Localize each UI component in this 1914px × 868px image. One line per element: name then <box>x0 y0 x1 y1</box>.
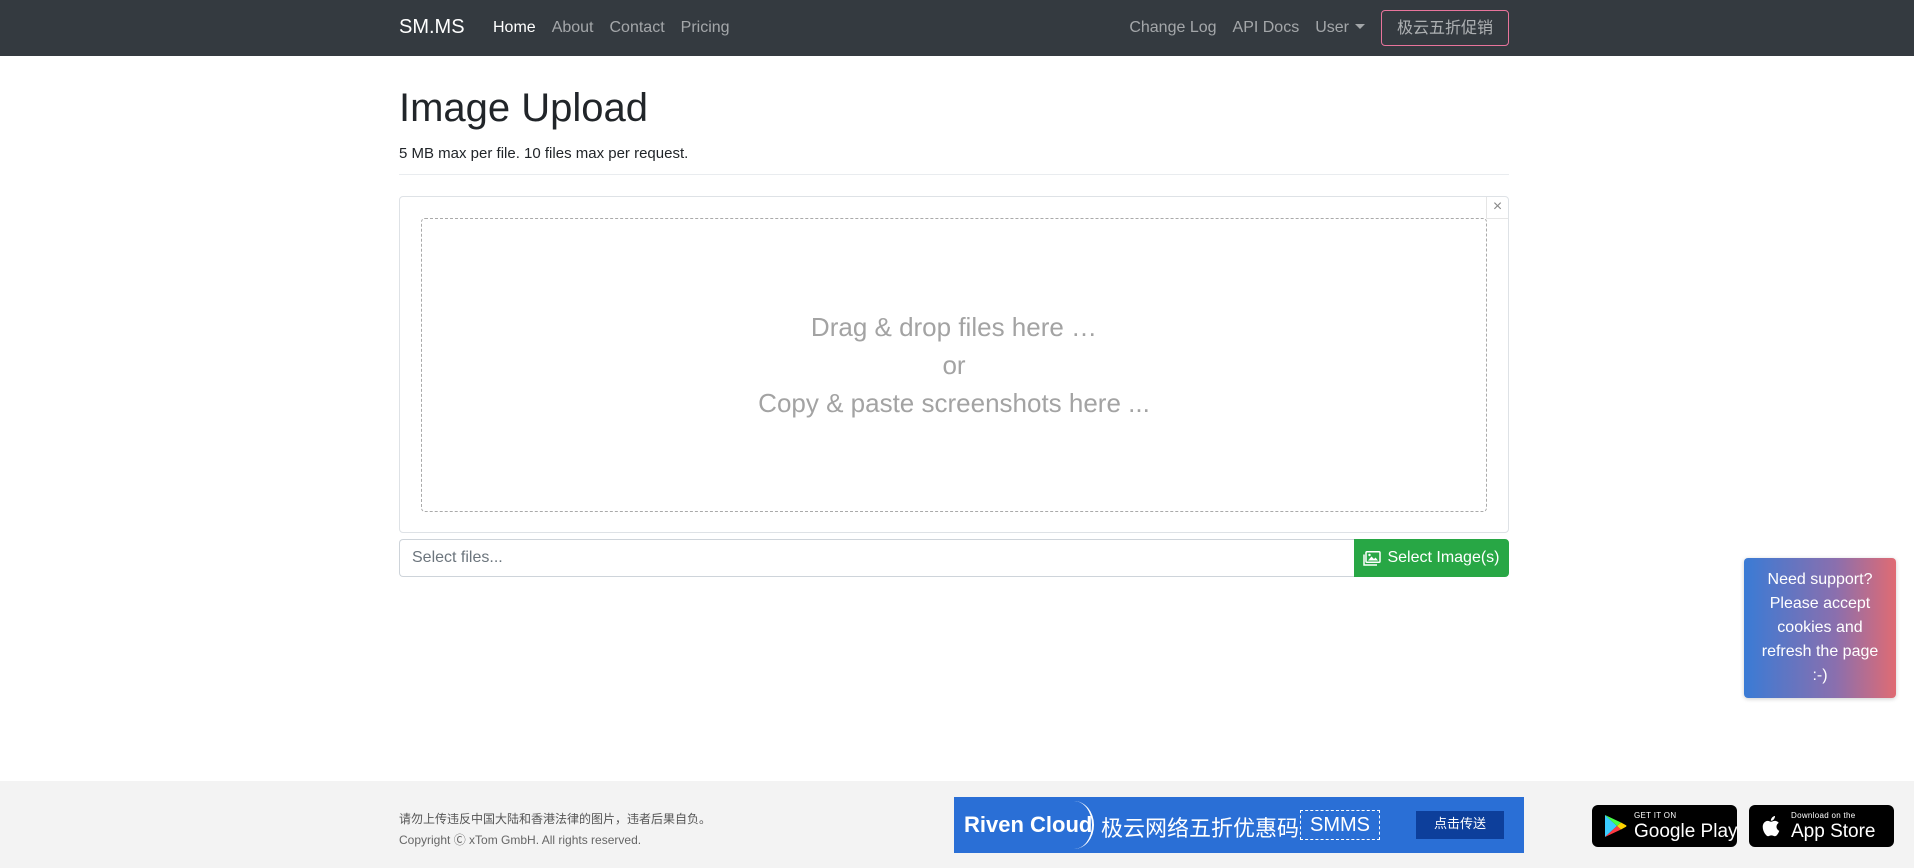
app-store-badge[interactable]: Download on the App Store <box>1749 805 1894 847</box>
nav-right-links: Change Log API Docs User 极云五折促销 <box>1121 10 1509 46</box>
upload-panel: × Drag & drop files here … or Copy & pas… <box>399 196 1509 533</box>
images-icon <box>1363 550 1382 566</box>
navbar-inner: SM.MS Home About Contact Pricing Change … <box>399 0 1509 56</box>
google-play-icon <box>1605 815 1627 837</box>
app-store-small-text: Download on the <box>1791 811 1856 820</box>
nav-link-home[interactable]: Home <box>485 19 544 37</box>
file-select-row: Select Image(s) <box>399 539 1509 577</box>
nav-link-pricing[interactable]: Pricing <box>673 19 738 37</box>
promo-button[interactable]: 极云五折促销 <box>1380 10 1509 46</box>
navbar: SM.MS Home About Contact Pricing Change … <box>0 0 1914 56</box>
file-path-input[interactable] <box>399 539 1355 577</box>
nav-link-changelog[interactable]: Change Log <box>1121 10 1224 46</box>
drop-zone-line-2: or <box>942 350 966 380</box>
close-icon[interactable]: × <box>1486 197 1508 219</box>
divider <box>399 174 1509 175</box>
nav-link-about[interactable]: About <box>544 19 602 37</box>
drop-zone-line-3: Copy & paste screenshots here ... <box>758 388 1150 418</box>
caret-down-icon <box>1354 24 1365 29</box>
google-play-small-text: GET IT ON <box>1634 811 1677 820</box>
select-images-label: Select Image(s) <box>1387 549 1500 566</box>
riven-cloud-banner[interactable]: Riven Cloud 极云网络五折优惠码 SMMS 点击传送 <box>954 797 1524 853</box>
user-dropdown-label: User <box>1315 19 1349 36</box>
nav-left-links: Home About Contact Pricing <box>485 19 738 37</box>
drop-zone-line-1: Drag & drop files here … <box>810 312 1098 342</box>
drop-zone[interactable]: Drag & drop files here … or Copy & paste… <box>421 218 1487 512</box>
banner-promo-code: SMMS <box>1300 810 1380 840</box>
support-widget[interactable]: Need support? Please accept cookies and … <box>1744 558 1896 698</box>
brand-logo-link[interactable]: SM.MS <box>399 16 465 39</box>
banner-go-button[interactable]: 点击传送 <box>1416 811 1504 839</box>
page-title: Image Upload <box>399 86 649 130</box>
nav-link-api-docs[interactable]: API Docs <box>1225 10 1308 46</box>
select-images-button[interactable]: Select Image(s) <box>1354 539 1509 577</box>
apple-icon <box>1762 816 1780 837</box>
user-dropdown-toggle[interactable]: User <box>1307 10 1373 46</box>
app-store-big-text: App Store <box>1791 821 1876 842</box>
google-play-badge[interactable]: GET IT ON Google Play <box>1592 805 1738 847</box>
upload-limits-text: 5 MB max per file. 10 files max per requ… <box>399 145 689 162</box>
google-play-big-text: Google Play <box>1634 821 1738 842</box>
footer-copyright: Copyright Ⓒ xTom GmbH. All rights reserv… <box>399 833 642 847</box>
banner-arc-decoration <box>1054 801 1094 849</box>
footer-legal-warning: 请勿上传违反中国大陆和香港法律的图片，违者后果自负。 <box>399 812 712 826</box>
nav-link-contact[interactable]: Contact <box>602 19 673 37</box>
banner-text: 极云网络五折优惠码 <box>1101 817 1300 842</box>
